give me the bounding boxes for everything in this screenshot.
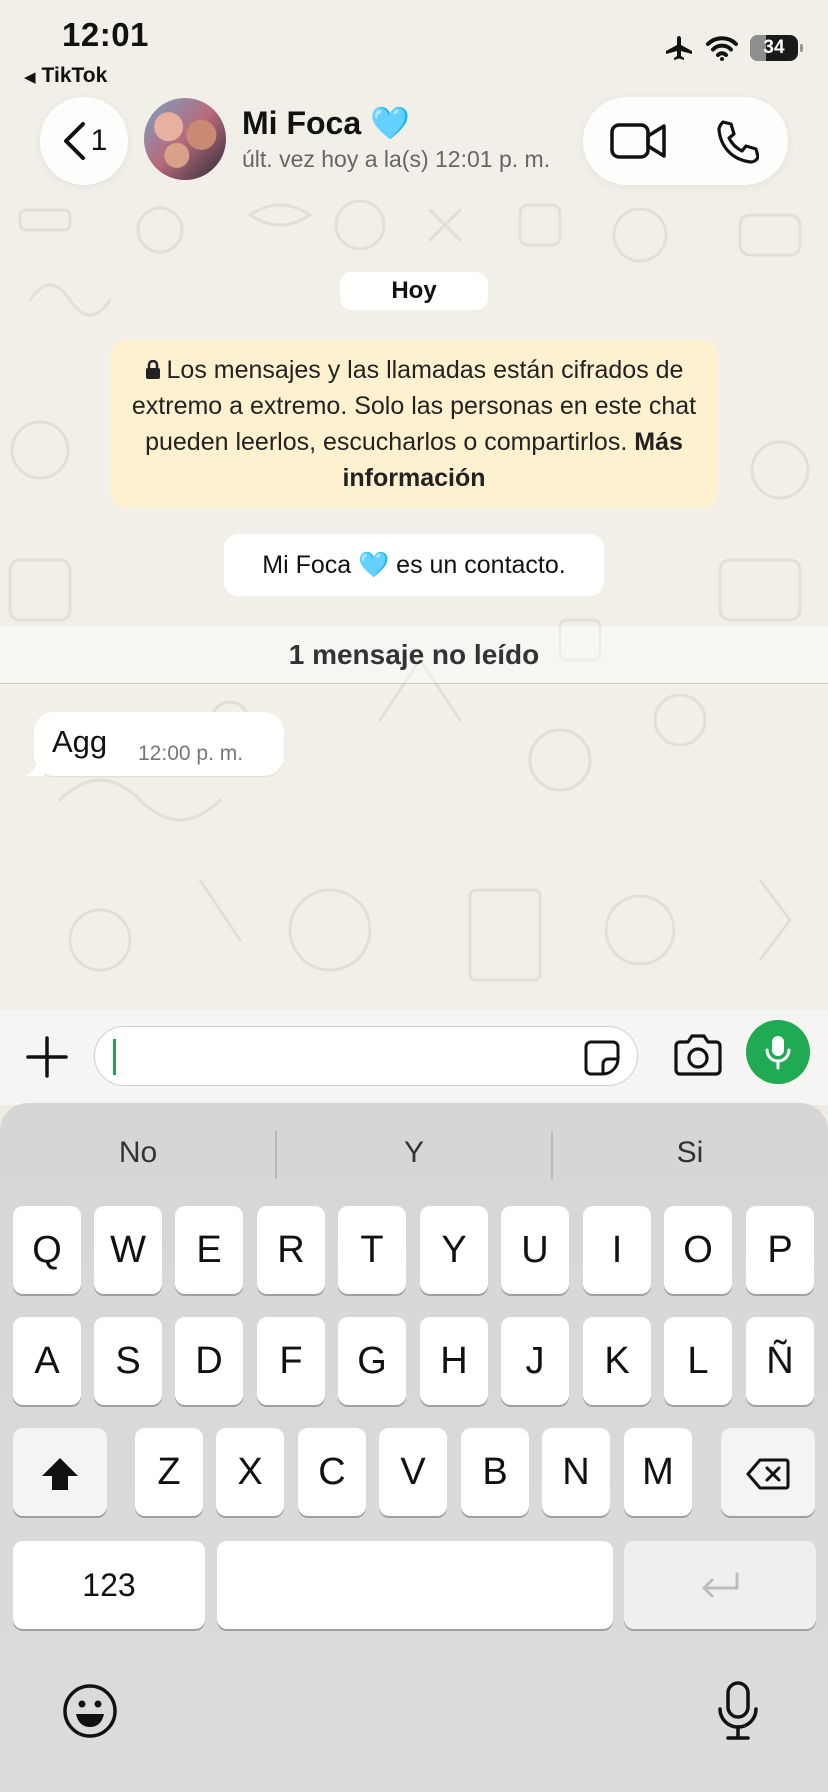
key[interactable]: W (94, 1206, 162, 1294)
suggestion-item[interactable]: Y (276, 1123, 552, 1183)
shift-icon (42, 1457, 78, 1490)
lock-icon (145, 359, 160, 379)
return-key[interactable] (624, 1541, 816, 1629)
encryption-notice[interactable]: Los mensajes y las llamadas están cifrad… (110, 340, 718, 508)
key[interactable]: G (338, 1317, 406, 1405)
space-key[interactable] (217, 1541, 613, 1629)
key[interactable]: S (94, 1317, 162, 1405)
key[interactable]: Ñ (746, 1317, 814, 1405)
key[interactable]: O (664, 1206, 732, 1294)
voice-message-button[interactable] (746, 1020, 810, 1084)
dictation-mic-icon[interactable] (716, 1681, 760, 1741)
airplane-icon (666, 36, 692, 60)
incoming-message-bubble[interactable]: Agg 12:00 p. m. (24, 712, 284, 776)
back-to-app-link[interactable]: ◀ TikTok (24, 64, 107, 88)
key[interactable]: V (379, 1428, 447, 1516)
status-icons: 34 (664, 34, 803, 62)
back-triangle-icon: ◀ (24, 69, 36, 86)
microphone-icon (765, 1036, 791, 1070)
return-icon (702, 1572, 739, 1598)
backspace-icon (746, 1458, 790, 1490)
bubble-tail (24, 756, 44, 776)
key[interactable]: R (257, 1206, 325, 1294)
backspace-key[interactable] (721, 1428, 815, 1516)
key[interactable]: L (664, 1317, 732, 1405)
suggestion-item[interactable]: Si (552, 1123, 828, 1183)
message-time: 12:00 p. m. (138, 742, 244, 765)
key[interactable]: Y (420, 1206, 488, 1294)
key[interactable]: P (746, 1206, 814, 1294)
suggestion-item[interactable]: No (0, 1123, 276, 1183)
key[interactable]: F (257, 1317, 325, 1405)
key[interactable]: B (461, 1428, 529, 1516)
contact-notice: Mi Foca 🩵 es un contacto. (224, 534, 604, 596)
battery-label: 34 (763, 37, 785, 58)
battery-indicator: 34 (750, 35, 803, 61)
key[interactable]: N (542, 1428, 610, 1516)
key[interactable]: Z (135, 1428, 203, 1516)
unread-messages-divider: 1 mensaje no leído (0, 626, 828, 684)
key[interactable]: T (338, 1206, 406, 1294)
back-app-label: TikTok (41, 64, 108, 87)
chevron-left-icon (63, 122, 85, 160)
key[interactable]: K (583, 1317, 651, 1405)
key[interactable]: M (624, 1428, 692, 1516)
emoji-icon[interactable] (62, 1683, 118, 1739)
status-time: 12:01 (62, 16, 149, 53)
shift-key[interactable] (13, 1428, 107, 1516)
keyboard: No Y Si Q W E R T Y U I O P A S D F G H … (0, 1103, 828, 1792)
key[interactable]: U (501, 1206, 569, 1294)
unread-count: 1 (90, 124, 108, 157)
key[interactable]: Q (13, 1206, 81, 1294)
key[interactable]: I (583, 1206, 651, 1294)
key[interactable]: E (175, 1206, 243, 1294)
encryption-text: Los mensajes y las llamadas están cifrad… (131, 356, 697, 456)
back-button[interactable]: 1 (40, 97, 128, 185)
sticker-icon[interactable] (583, 1039, 621, 1077)
contact-avatar[interactable] (144, 98, 226, 180)
key[interactable]: J (501, 1317, 569, 1405)
composer-bar (0, 1010, 828, 1105)
phone-call-icon[interactable] (713, 119, 759, 165)
suggestion-bar: No Y Si (0, 1123, 828, 1183)
key[interactable]: A (13, 1317, 81, 1405)
video-call-icon[interactable] (609, 119, 667, 163)
wifi-icon (706, 36, 738, 61)
plus-icon[interactable] (22, 1032, 72, 1082)
camera-icon[interactable] (672, 1030, 724, 1082)
message-input[interactable] (113, 1037, 573, 1077)
call-actions (583, 97, 788, 185)
numbers-key[interactable]: 123 (13, 1541, 205, 1629)
contact-last-seen: últ. vez hoy a la(s) 12:01 p. m. (242, 146, 551, 172)
date-separator: Hoy (340, 272, 488, 310)
key[interactable]: D (175, 1317, 243, 1405)
contact-name[interactable]: Mi Foca 🩵 (242, 104, 410, 142)
key[interactable]: C (298, 1428, 366, 1516)
key[interactable]: H (420, 1317, 488, 1405)
message-field[interactable] (94, 1026, 638, 1086)
key[interactable]: X (216, 1428, 284, 1516)
status-bar: 12:01 ◀ TikTok 34 (0, 0, 828, 95)
message-text: Agg (52, 724, 108, 759)
